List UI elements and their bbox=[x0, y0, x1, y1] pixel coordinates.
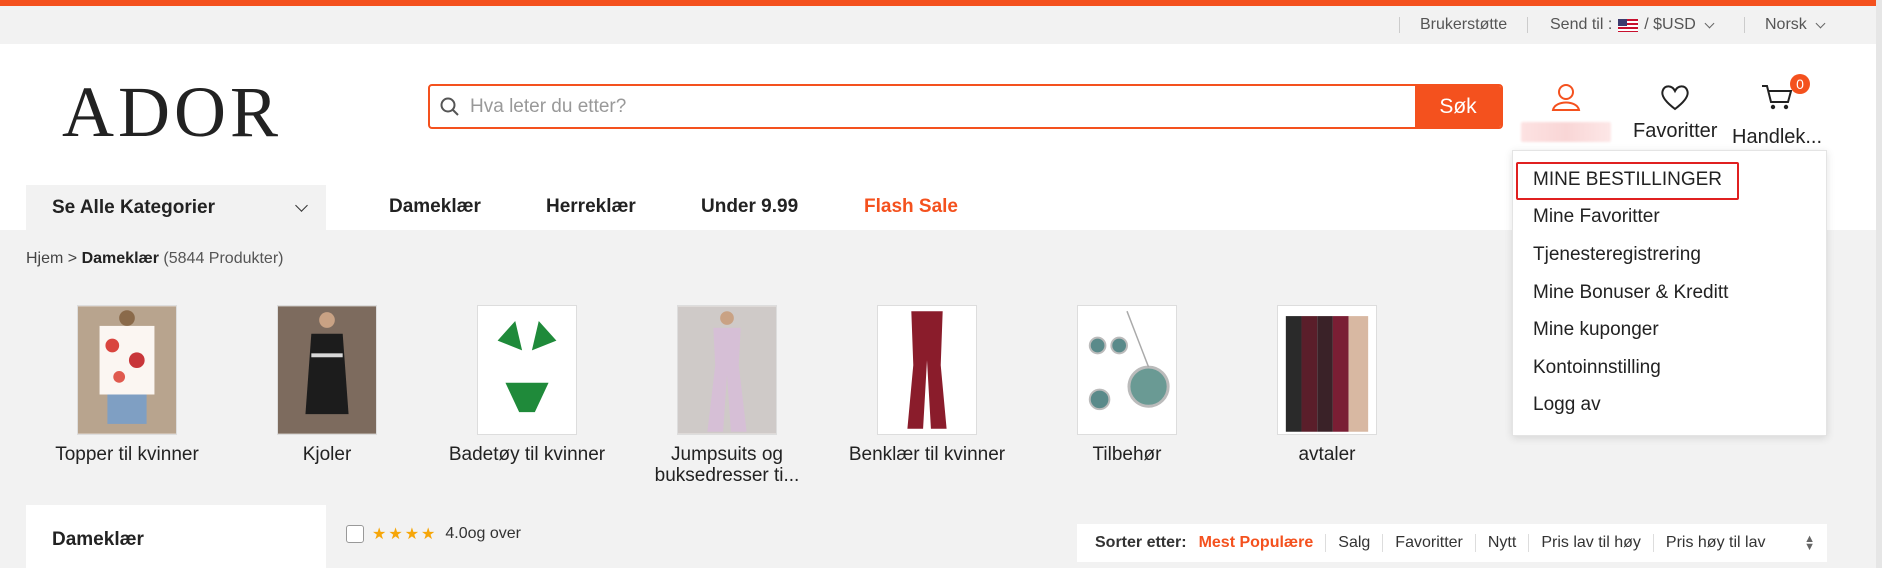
ship-to-label: Send til : bbox=[1550, 16, 1613, 33]
all-categories-label: Se Alle Kategorier bbox=[52, 196, 215, 218]
page-scrollbar[interactable] bbox=[1876, 0, 1882, 568]
category-tile[interactable]: avtaler bbox=[1242, 305, 1412, 466]
language-label: Norsk bbox=[1765, 16, 1807, 33]
nav-item-flash-sale[interactable]: Flash Sale bbox=[864, 196, 958, 218]
ship-to-selector[interactable]: Send til : / $USD bbox=[1550, 16, 1715, 34]
nav-item-dameklaer[interactable]: Dameklær bbox=[389, 196, 481, 218]
sort-direction-icon[interactable]: ▲ ▼ bbox=[1804, 534, 1815, 553]
divider bbox=[1399, 17, 1400, 33]
sort-option-popular[interactable]: Mest Populære bbox=[1199, 534, 1326, 552]
search-icon bbox=[430, 86, 470, 127]
heart-icon bbox=[1661, 85, 1689, 111]
user-icon bbox=[1551, 84, 1581, 111]
star-rating-icon: ★★★★ bbox=[372, 526, 438, 543]
language-selector[interactable]: Norsk bbox=[1765, 16, 1826, 34]
account-dropdown-menu: MINE BESTILLINGER Mine Favoritter Tjenes… bbox=[1512, 150, 1827, 436]
category-label: Topper til kvinner bbox=[55, 444, 199, 465]
support-link[interactable]: Brukerstøtte bbox=[1420, 16, 1507, 34]
sort-option-price-desc[interactable]: Pris høy til lav bbox=[1652, 534, 1778, 552]
menu-item-service-registration[interactable]: Tjenesteregistrering bbox=[1513, 236, 1826, 274]
username-redacted bbox=[1521, 122, 1611, 142]
category-label: Badetøy til kvinner bbox=[448, 444, 606, 465]
category-tile[interactable]: Benklær til kvinner bbox=[842, 305, 1012, 466]
category-label: Tilbehør bbox=[1092, 444, 1162, 465]
cart-icon bbox=[1762, 85, 1793, 110]
category-tile[interactable]: Badetøy til kvinner bbox=[442, 305, 612, 466]
cart-count-badge: 0 bbox=[1790, 74, 1811, 94]
sort-bar: Sorter etter: Mest Populære Salg Favorit… bbox=[1077, 524, 1827, 562]
breadcrumb-current: Dameklær bbox=[81, 250, 159, 267]
chevron-down-icon bbox=[1704, 18, 1715, 28]
sort-option-price-asc[interactable]: Pris lav til høy bbox=[1528, 534, 1653, 552]
category-label: Benklær til kvinner bbox=[848, 444, 1006, 465]
category-tile[interactable]: Topper til kvinner bbox=[42, 305, 212, 466]
category-tile[interactable]: Tilbehør bbox=[1042, 305, 1212, 466]
sort-label: Sorter etter: bbox=[1095, 534, 1187, 551]
category-image bbox=[77, 305, 177, 435]
menu-item-logout[interactable]: Logg av bbox=[1513, 387, 1826, 425]
top-utility-bar: Brukerstøtte Send til : / $USD Norsk bbox=[0, 6, 1882, 44]
breadcrumb: Hjem > Dameklær (5844 Produkter) bbox=[26, 250, 283, 268]
rating-filter: ★★★★ 4.0og over bbox=[346, 524, 521, 544]
category-image bbox=[677, 305, 777, 435]
favorites-button[interactable]: Favoritter bbox=[1633, 82, 1717, 143]
sidebar-title[interactable]: Dameklær bbox=[52, 529, 300, 551]
menu-item-my-orders[interactable]: MINE BESTILLINGER bbox=[1513, 161, 1826, 200]
category-tile[interactable]: Kjoler bbox=[242, 305, 412, 466]
breadcrumb-home[interactable]: Hjem bbox=[26, 250, 63, 267]
cart-label: Handlek... bbox=[1732, 126, 1823, 148]
product-count: (5844 Produkter) bbox=[163, 250, 284, 267]
menu-item-my-favorites[interactable]: Mine Favoritter bbox=[1513, 199, 1826, 237]
category-label: avtaler bbox=[1298, 444, 1356, 465]
rating-filter-label: 4.0og over bbox=[445, 525, 521, 542]
favorites-label: Favoritter bbox=[1633, 120, 1718, 142]
category-image bbox=[477, 305, 577, 435]
category-tile[interactable]: Jumpsuits og buksedresser ti... bbox=[642, 305, 812, 487]
menu-item-account-settings[interactable]: Kontoinnstilling bbox=[1513, 349, 1826, 387]
site-logo[interactable]: ADOR bbox=[62, 76, 282, 148]
all-categories-dropdown[interactable]: Se Alle Kategorier bbox=[26, 185, 326, 230]
menu-item-bonuses-credit[interactable]: Mine Bonuser & Kreditt bbox=[1513, 274, 1826, 312]
chevron-down-icon bbox=[295, 199, 308, 212]
nav-item-under-999[interactable]: Under 9.99 bbox=[701, 196, 798, 218]
chevron-down-icon bbox=[1815, 18, 1826, 28]
us-flag-icon bbox=[1618, 18, 1639, 32]
account-button[interactable] bbox=[1521, 82, 1611, 142]
divider bbox=[1744, 17, 1745, 33]
category-label: Kjoler bbox=[302, 444, 352, 465]
nav-item-herreklaer[interactable]: Herreklær bbox=[546, 196, 636, 218]
divider bbox=[1527, 17, 1528, 33]
search-input[interactable] bbox=[470, 86, 1415, 127]
sort-option-sales[interactable]: Salg bbox=[1325, 534, 1382, 552]
category-image bbox=[277, 305, 377, 435]
breadcrumb-separator: > bbox=[67, 250, 78, 267]
sort-option-new[interactable]: Nytt bbox=[1474, 534, 1528, 552]
rating-checkbox[interactable] bbox=[346, 525, 364, 543]
sort-option-favorites[interactable]: Favoritter bbox=[1382, 534, 1475, 552]
cart-button[interactable]: 0 Handlek... bbox=[1732, 74, 1823, 149]
currency-label: / $USD bbox=[1644, 16, 1696, 33]
category-image bbox=[877, 305, 977, 435]
search-bar: Søk bbox=[428, 84, 1503, 129]
search-button[interactable]: Søk bbox=[1415, 86, 1501, 127]
filter-sidebar: Dameklær bbox=[26, 505, 326, 568]
menu-item-coupons[interactable]: Mine kuponger bbox=[1513, 311, 1826, 349]
category-image bbox=[1077, 305, 1177, 435]
category-image bbox=[1277, 305, 1377, 435]
category-label: Jumpsuits og buksedresser ti... bbox=[654, 444, 800, 486]
